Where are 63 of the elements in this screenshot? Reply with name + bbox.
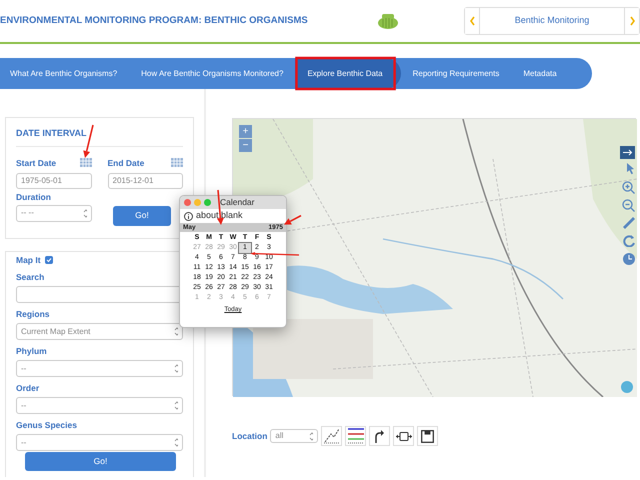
chevron-right-icon [628, 16, 636, 26]
close-button[interactable] [184, 199, 191, 206]
spinner-icon [309, 432, 314, 440]
previous-button[interactable] [465, 8, 480, 34]
shell-icon [378, 13, 398, 29]
dropdown-select[interactable]: -- [16, 360, 183, 377]
date-field[interactable]: 2015-12-01 [108, 172, 183, 188]
field-label: Map It [16, 254, 41, 266]
info-icon [184, 212, 193, 220]
go-button[interactable]: Go! [113, 206, 171, 226]
annotation-arrow [250, 252, 300, 256]
zoom-in-icon[interactable] [622, 181, 635, 194]
spinner-icon [174, 438, 178, 447]
redo-arrow-icon [375, 430, 384, 442]
dropdown-select[interactable]: Current Map Extent [16, 323, 183, 340]
calendar-icon[interactable] [80, 158, 92, 167]
spinner-icon [174, 327, 178, 336]
chart-lines-icon [348, 428, 364, 444]
duration-select[interactable]: -- -- [16, 204, 92, 222]
card-title: DATE INTERVAL [16, 124, 183, 146]
field-label: Phylum [16, 345, 48, 357]
calendar-icon[interactable] [171, 158, 183, 167]
field-label: Search [16, 271, 46, 283]
chevron-left-icon [468, 16, 476, 26]
next-button[interactable] [624, 8, 639, 34]
clock-icon[interactable] [623, 253, 635, 265]
field-label: Order [16, 382, 40, 394]
dropdown-select[interactable]: -- [16, 434, 183, 451]
field-label: Start Date [16, 156, 56, 168]
resize-icon [396, 432, 412, 440]
chart-trend-icon [324, 428, 340, 444]
annotation-arrow [284, 214, 302, 225]
nav-tab[interactable]: How Are Benthic Organisms Monitored? [129, 58, 296, 89]
date-field[interactable]: 1975-05-01 [16, 172, 92, 188]
location-select[interactable]: all [270, 429, 318, 443]
dropdown-select[interactable]: -- [16, 397, 183, 414]
save-icon [421, 430, 434, 442]
toolbar-button[interactable] [369, 426, 390, 446]
field-label: Duration [16, 190, 52, 202]
nav-tab[interactable]: What Are Benthic Organisms? [0, 58, 130, 89]
pointer-icon[interactable] [626, 163, 635, 175]
rotate-icon[interactable] [623, 235, 635, 247]
window-title: Calendar [220, 196, 254, 209]
nav-tab[interactable]: Reporting Requirements [400, 58, 512, 89]
toolbar-button[interactable] [393, 426, 414, 446]
ruler-icon[interactable] [623, 217, 635, 229]
toolbar-button[interactable] [345, 426, 366, 446]
field-label: Location [232, 430, 268, 442]
arrow-button-icon[interactable] [620, 146, 635, 159]
nav-tab[interactable]: Metadata [511, 58, 569, 89]
field-label: End Date [108, 156, 144, 168]
checkbox[interactable] [44, 256, 53, 264]
page-title: ENVIRONMENTAL MONITORING PROGRAM: BENTHIC ORGANISMS [0, 14, 308, 28]
spinner-icon [174, 401, 178, 410]
field-label: Genus Species [16, 419, 78, 431]
spinner-icon [174, 364, 178, 373]
go-button[interactable]: Go! [25, 452, 176, 471]
zoom-out-icon[interactable] [622, 199, 635, 212]
maximize-button[interactable] [204, 199, 211, 206]
carousel-label: Benthic Monitoring [514, 14, 590, 28]
toolbar-button[interactable] [417, 426, 438, 446]
spinner-icon [83, 208, 87, 218]
field-label: Regions [16, 308, 51, 320]
